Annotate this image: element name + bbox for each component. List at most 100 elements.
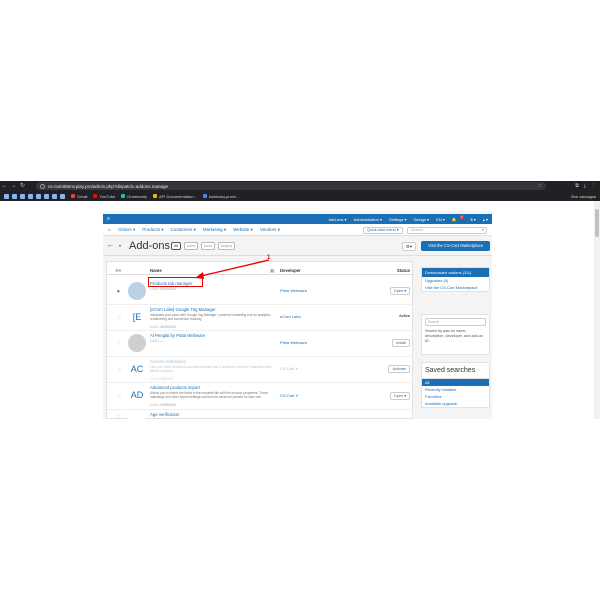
visit-marketplace-button[interactable]: Visit the CS-Cart Marketplace	[421, 241, 490, 251]
addon-version: 1.0 • 07/08/2024	[150, 377, 174, 381]
bookmark-star-icon[interactable]: ☆	[538, 183, 542, 189]
extensions-icon[interactable]: ⧉	[575, 183, 579, 189]
filter-all[interactable]: All	[171, 242, 182, 250]
favorite-star-icon[interactable]: ☆	[117, 394, 121, 400]
forward-arrow-icon[interactable]: →	[9, 181, 18, 191]
saved-search-recent[interactable]: Recently installed	[422, 386, 489, 393]
back-arrow-icon[interactable]: ←	[0, 181, 9, 191]
addon-icon: [E	[128, 308, 146, 326]
bookmark-app-icon[interactable]	[44, 193, 49, 199]
addon-description: Lets your store customers and administra…	[150, 365, 272, 373]
menu-website[interactable]: Website ▾	[233, 227, 253, 233]
developer-link[interactable]: Plata Webware	[280, 340, 307, 345]
favorite-star-icon[interactable]: ☆	[117, 315, 121, 321]
notification-bell-icon[interactable]: 🔔	[452, 217, 457, 222]
back-arrow-icon[interactable]: ←	[107, 242, 114, 249]
topbar-administration[interactable]: Administration ▾	[354, 217, 382, 222]
upgrades-link[interactable]: Upgrades (0)	[422, 277, 489, 284]
search-icon[interactable]: ⌕	[482, 228, 484, 233]
menu-vendors[interactable]: Vendors ▾	[260, 227, 280, 233]
bookmark-app-icon[interactable]	[4, 193, 9, 199]
chevron-down-icon[interactable]: ▾	[119, 243, 121, 248]
hamburger-icon[interactable]: ≡	[107, 216, 110, 222]
downloaded-box: Downloaded addons (111) Upgrades (0) Vis…	[421, 267, 490, 292]
bookmark-api-docs[interactable]: API Documentation...	[152, 194, 197, 199]
bookmark-app-icon[interactable]	[52, 193, 57, 199]
gmail-icon	[71, 194, 75, 198]
sidebar-search-box: Search Search by add-on name, descriptio…	[421, 314, 490, 355]
reload-icon[interactable]: ↻	[18, 181, 27, 191]
favorite-star-icon[interactable]: ☆	[117, 367, 121, 373]
favorite-star-icon[interactable]: ☆	[117, 414, 121, 419]
topbar-menu: Add-ons ▾ Administration ▾ Settings ▾ De…	[329, 215, 488, 222]
addon-name-link[interactable]: Al Penglai by Plata Webware	[150, 333, 205, 338]
site-info-icon[interactable]	[40, 183, 45, 189]
topbar-addons[interactable]: Add-ons ▾	[329, 217, 347, 222]
bookmark-app-icon[interactable]	[12, 193, 17, 199]
table-row: ☆ Al Penglai by Plata Webware 1.0.0 • — Pla…	[107, 331, 414, 357]
topbar-design[interactable]: Design ▾	[414, 217, 430, 222]
addon-name-link[interactable]: Advanced products import	[150, 385, 200, 390]
status-button[interactable]: Open ▾	[389, 287, 410, 295]
admin-search-input[interactable]: Search ⌕	[407, 227, 487, 234]
marketplace-link[interactable]: Visit the CS-Cart Marketplace	[422, 284, 489, 291]
menu-orders[interactable]: Orders ▾	[118, 227, 135, 233]
addon-name-link[interactable]: Access restrictions	[150, 359, 186, 364]
developer-link[interactable]: CS-Cart ✔	[280, 366, 299, 371]
addon-name-link[interactable]: [eCom Labs] Google Tag Manager	[150, 307, 216, 312]
status-button[interactable]: Activate	[388, 365, 410, 373]
saved-search-favorites[interactable]: Favorites	[422, 393, 489, 400]
downloaded-addons-link[interactable]: Downloaded addons (111)	[422, 268, 489, 277]
scrollbar-thumb[interactable]	[595, 209, 599, 237]
developer-link[interactable]: eCom Labs	[280, 314, 300, 319]
filter-option[interactable]: Ad(ss)	[218, 242, 235, 250]
sidebar-search-input[interactable]: Search	[425, 318, 486, 326]
saved-search-upgrade[interactable]: Available upgrade	[422, 400, 489, 407]
menu-customers[interactable]: Customers ▾	[171, 227, 196, 233]
menu-marketing[interactable]: Marketing ▾	[203, 227, 226, 233]
bookmark-site[interactable]: loshinsky.pro/w...	[202, 194, 239, 199]
bookmark-gmail[interactable]: Gmail	[71, 194, 87, 199]
developer-link[interactable]: Plata Webware	[280, 288, 307, 293]
bookmark-app-icon[interactable]	[20, 193, 25, 199]
topbar-currency[interactable]: $ ▾	[471, 217, 476, 222]
addon-icon: AC	[128, 360, 146, 378]
favorite-star-icon[interactable]: ☆	[117, 341, 121, 347]
status-button[interactable]: Open ▾	[389, 392, 410, 400]
filter-option[interactable]: none	[201, 242, 216, 250]
bookmark-app-icon[interactable]	[60, 193, 65, 199]
status-button[interactable]: Install	[392, 339, 410, 347]
bookmark-grammarly[interactable]: Grammarly	[121, 194, 147, 199]
developer-link[interactable]: CS-Cart ✔	[280, 393, 299, 398]
search-hint: Search by add-on name, description, deve…	[425, 329, 484, 343]
menu-products[interactable]: Products ▾	[142, 227, 163, 233]
topbar-language[interactable]: EN ▾	[436, 217, 445, 222]
topbar-settings[interactable]: Settings ▾	[389, 217, 407, 222]
saved-searches-box: Saved searches All Recently installed Fa…	[421, 362, 490, 408]
addon-description: Allows you to match the fields in the im…	[150, 391, 268, 399]
all-bookmarks-link[interactable]: Все закладки	[571, 194, 596, 199]
addon-name-link[interactable]: Age verification	[150, 412, 179, 417]
topbar-user[interactable]: ▴ ▾	[483, 217, 488, 222]
bookmark-app-icon[interactable]	[28, 193, 33, 199]
col-developer[interactable]: Developer	[280, 268, 301, 273]
addon-icon	[128, 413, 146, 419]
address-bar[interactable]: cs-cart455mv.piay.pro/admin.php?dispatch…	[36, 182, 546, 190]
annotation-arrow	[195, 259, 270, 279]
gear-icon[interactable]: ⚙▾	[402, 242, 416, 251]
bookmark-app-icon[interactable]	[36, 193, 41, 199]
favorite-star-icon[interactable]: ♥	[117, 289, 120, 295]
page-scrollbar[interactable]	[594, 201, 600, 419]
home-icon[interactable]: ⌂	[108, 227, 111, 233]
filter-option[interactable]: none	[184, 242, 199, 250]
bookmark-youtube[interactable]: YouTube	[93, 194, 115, 199]
menu-dots-icon[interactable]: ⋮	[591, 183, 596, 189]
download-icon[interactable]: ⤓	[584, 183, 586, 189]
select-all-icon[interactable]: ⚙▾	[115, 268, 121, 274]
table-row: ☆ AD Advanced products import Allows you to…	[107, 383, 414, 410]
quick-start-menu[interactable]: Quick start menu ▾	[363, 227, 403, 234]
annotation-number: 1	[267, 255, 271, 261]
table-row: ☆ AC Access restrictions Lets your store cu…	[107, 357, 414, 383]
saved-search-all[interactable]: All	[422, 379, 489, 386]
col-name[interactable]: Name	[150, 268, 162, 273]
